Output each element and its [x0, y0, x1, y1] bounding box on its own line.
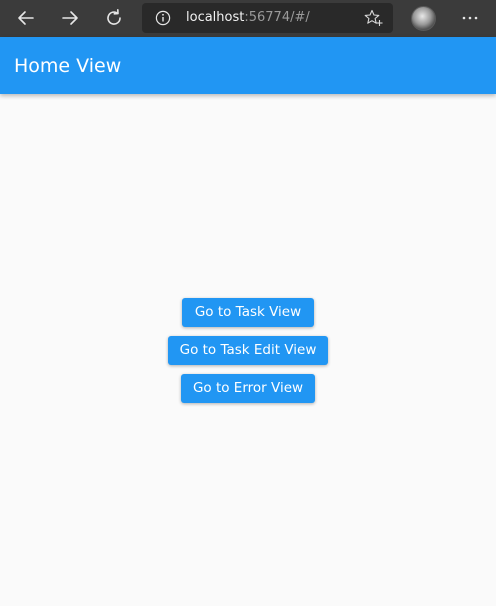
info-icon[interactable] [155, 10, 171, 26]
url-path: :56774/#/ [244, 10, 310, 25]
app-bar: Home View [0, 37, 496, 94]
page-title: Home View [14, 55, 122, 77]
go-to-task-edit-view-button[interactable]: Go to Task Edit View [168, 336, 328, 365]
refresh-icon [107, 9, 121, 25]
arrow-left-icon [18, 11, 34, 25]
address-bar[interactable]: localhost:56774/#/ [142, 3, 393, 33]
back-button[interactable] [11, 4, 41, 32]
more-button[interactable] [455, 4, 485, 32]
go-to-task-view-button[interactable]: Go to Task View [182, 298, 314, 327]
url-host: localhost [186, 10, 245, 25]
browser-toolbar: localhost:56774/#/ [0, 0, 496, 37]
arrow-right-icon [62, 11, 78, 25]
url-text[interactable]: localhost:56774/#/ [186, 3, 310, 33]
forward-button[interactable] [55, 4, 85, 32]
more-horizontal-icon [462, 16, 478, 20]
reload-button[interactable] [99, 4, 129, 32]
go-to-error-view-button[interactable]: Go to Error View [181, 374, 315, 403]
avatar[interactable] [411, 6, 436, 31]
star-plus-icon[interactable] [364, 9, 384, 27]
